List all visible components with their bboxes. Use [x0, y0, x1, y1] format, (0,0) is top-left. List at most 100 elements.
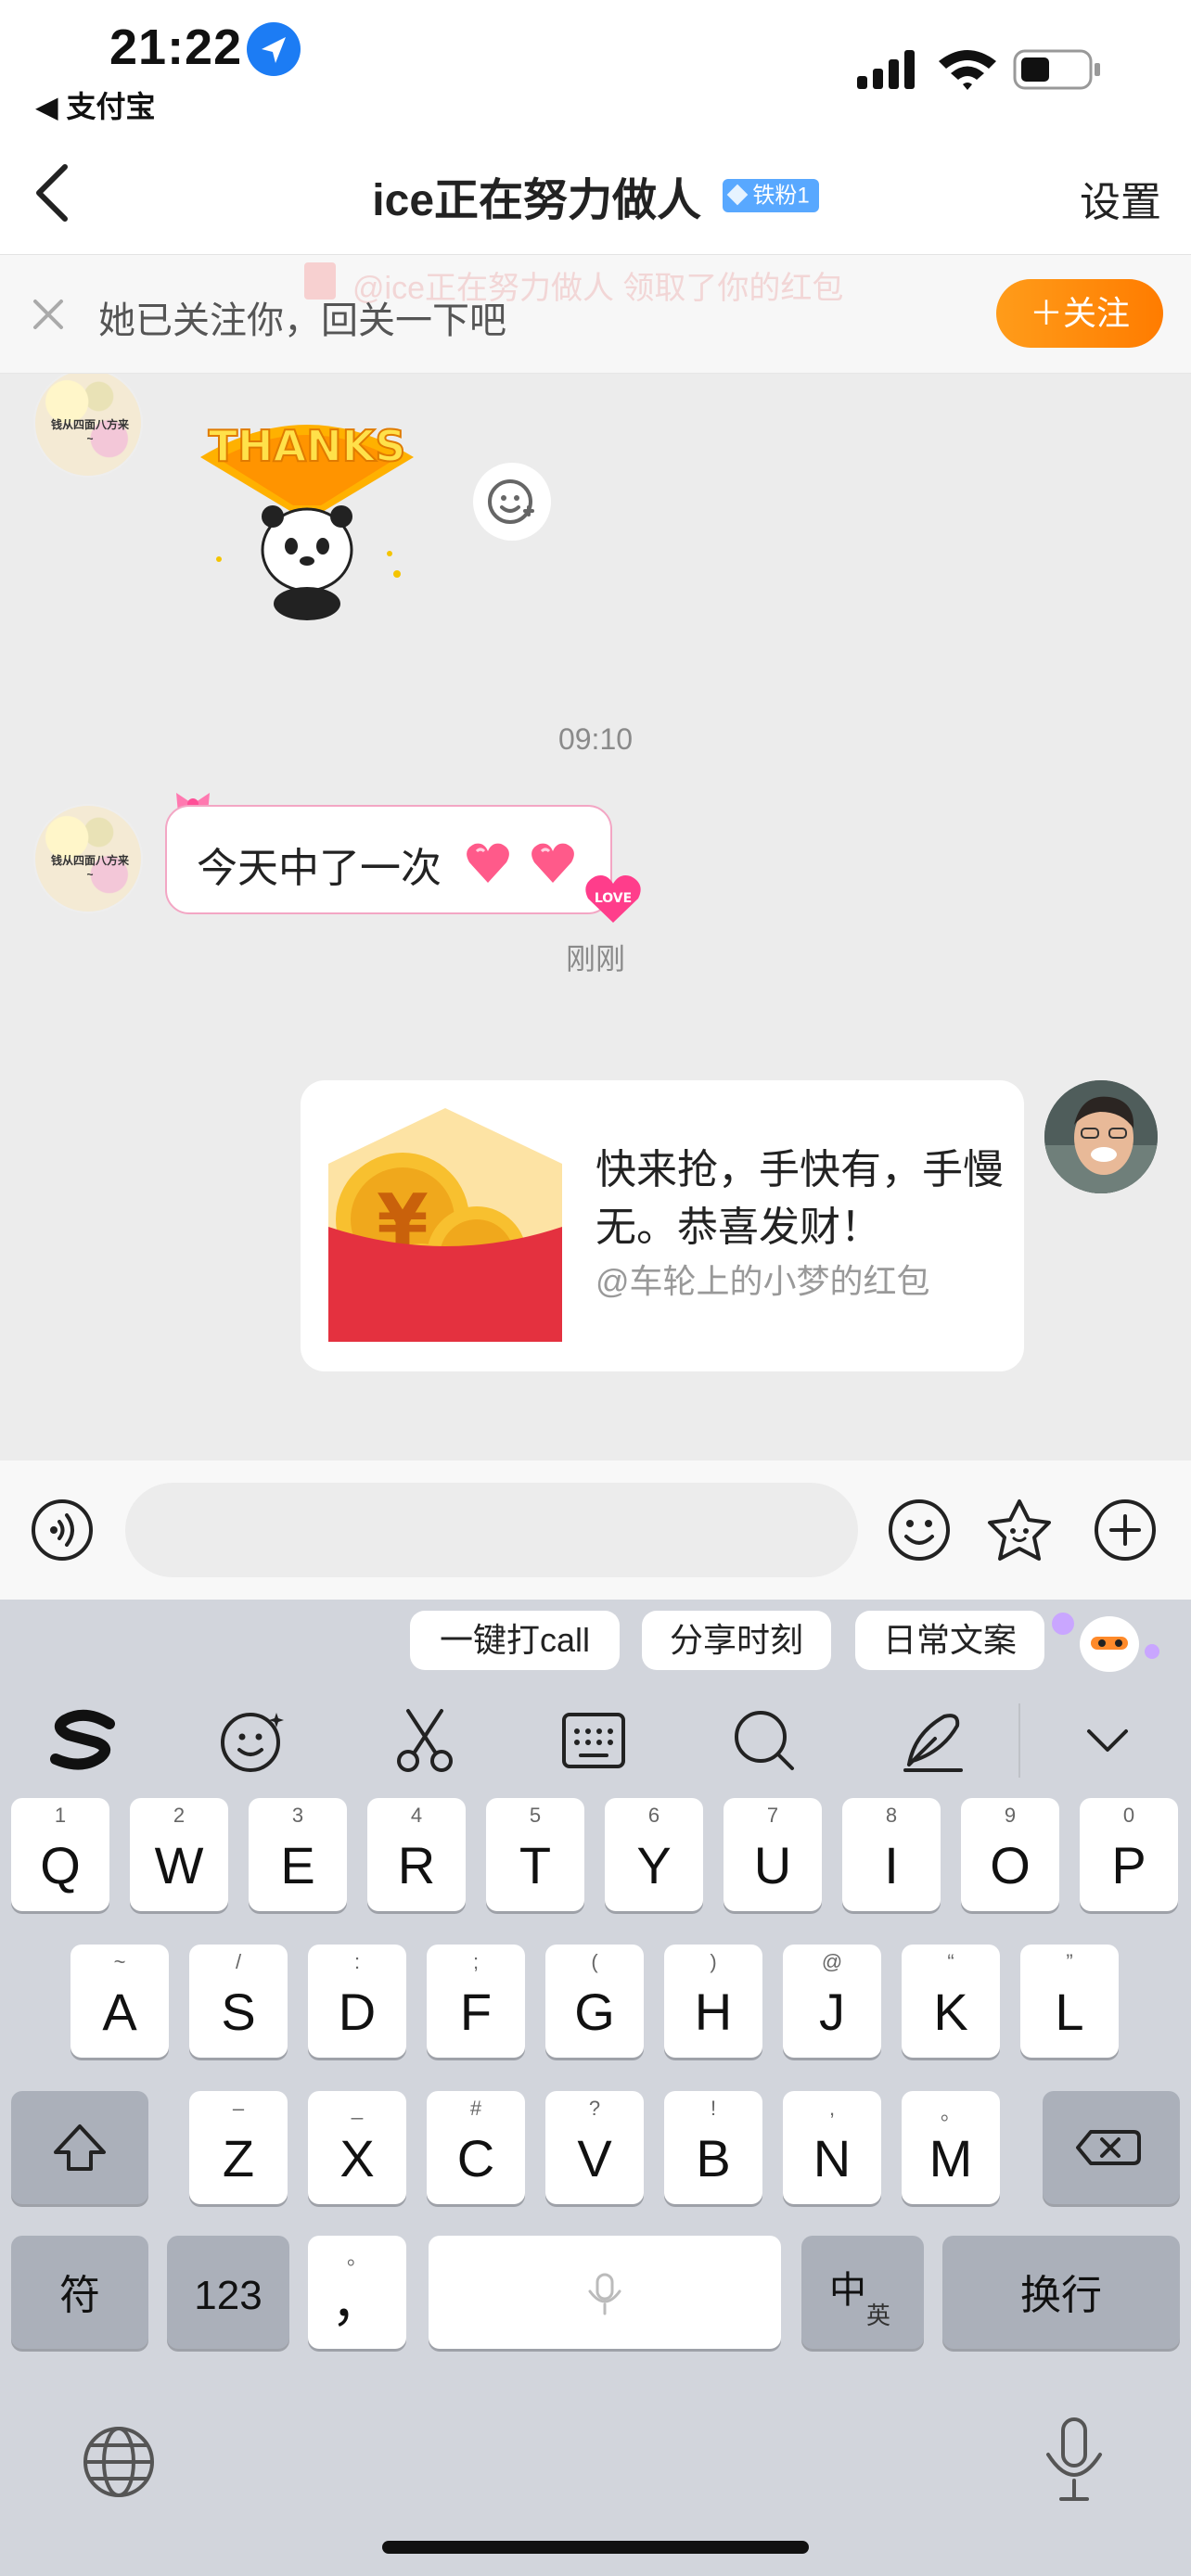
emoji-icon[interactable] [887, 1498, 952, 1562]
comma-key[interactable]: 。， [308, 2236, 406, 2349]
fan-badge-label: 铁粉1 [752, 183, 810, 209]
return-key[interactable]: 换行 [942, 2236, 1180, 2349]
keyboard-icon[interactable] [558, 1705, 629, 1776]
ime-mascot-icon[interactable] [1048, 1603, 1169, 1677]
key-e[interactable]: 3E [249, 1798, 347, 1911]
key-q[interactable]: 1Q [11, 1798, 109, 1911]
chat-area[interactable]: 钱从四面八方来~ THANKS 09:10 钱从四面八方来~ 今天中了一次 LO… [0, 374, 1191, 1460]
red-packet-card[interactable]: ¥ 快来抢，手快有，手慢无。恭喜发财！ @车轮上的小梦的红包 [301, 1080, 1024, 1371]
key-a[interactable]: ~ A [70, 1945, 169, 2058]
key-label: E [280, 1836, 315, 1894]
key-n[interactable]: ,N [783, 2091, 881, 2204]
space-key[interactable] [429, 2236, 781, 2349]
key-hint: 7 [766, 1804, 779, 1827]
key-label: V [577, 2129, 612, 2187]
scissors-icon[interactable] [390, 1705, 460, 1776]
keyboard: 一键打call 分享时刻 日常文案 1 Q 2 W 3 E 4 R 5 T 6 … [0, 1600, 1191, 2576]
sticker-text: THANKS [209, 421, 406, 471]
message-timestamp: 刚刚 [565, 942, 625, 976]
key-b[interactable]: ! B [664, 2091, 762, 2204]
key-r[interactable]: 4R [367, 1798, 466, 1911]
key-f[interactable]: ; F [427, 1945, 525, 2058]
key-g[interactable]: (G [545, 1945, 644, 2058]
wifi-icon [939, 50, 996, 90]
key-v[interactable]: ? V [545, 2091, 644, 2204]
key-hint: : [353, 1950, 361, 1973]
search-icon[interactable] [729, 1705, 800, 1776]
close-icon[interactable] [28, 294, 69, 335]
key-k[interactable]: “K [902, 1945, 1000, 2058]
key-i[interactable]: 8I [842, 1798, 941, 1911]
shift-arrow-icon [54, 2124, 106, 2171]
plus-icon[interactable] [1093, 1498, 1158, 1562]
key-u[interactable]: 7U [724, 1798, 822, 1911]
key-label: Y [636, 1836, 672, 1894]
key-s[interactable]: / S [189, 1945, 288, 2058]
globe-icon[interactable] [80, 2423, 158, 2501]
backspace-key[interactable] [1043, 2091, 1180, 2204]
key-t[interactable]: 5T [486, 1798, 584, 1911]
key-label: O [990, 1836, 1031, 1894]
suggestion-chip[interactable]: 日常文案 [855, 1611, 1044, 1670]
symbol-key[interactable]: 符 [11, 2236, 148, 2349]
key-hint: ” [1066, 1950, 1073, 1973]
shift-key[interactable] [11, 2091, 148, 2204]
thanks-panda-sticker[interactable]: THANKS [182, 402, 432, 624]
key-d[interactable]: :D [308, 1945, 406, 2058]
key-m[interactable]: 。 M [902, 2091, 1000, 2204]
key-label: A [102, 1983, 137, 2041]
diamond-icon [727, 184, 749, 205]
key-hint: “ [947, 1950, 954, 1973]
chevron-down-icon[interactable] [1072, 1705, 1143, 1776]
key-hint: _ [351, 2097, 364, 2120]
key-hint: 。 [940, 2101, 961, 2124]
swipe-logo-icon[interactable] [48, 1705, 119, 1776]
banner-message: 她已关注你，回关一下吧 [98, 300, 506, 341]
key-x[interactable]: _ X [308, 2091, 406, 2204]
key-y[interactable]: 6Y [605, 1798, 703, 1911]
key-hint: ? [588, 2097, 601, 2120]
key-w[interactable]: 2W [130, 1798, 228, 1911]
incoming-message-bubble[interactable]: 今天中了一次 [165, 805, 612, 914]
contact-avatar[interactable]: 钱从四面八方来~ [33, 374, 143, 478]
status-bar: 21:22 ◀ 支付宝 [0, 0, 1191, 139]
sticker-icon[interactable] [987, 1498, 1052, 1562]
key-j[interactable]: @ J [783, 1945, 881, 2058]
contact-avatar[interactable]: 钱从四面八方来~ [33, 804, 143, 913]
key-o[interactable]: 9O [961, 1798, 1059, 1911]
key-hint: 6 [647, 1804, 660, 1827]
microphone-icon[interactable] [1039, 2416, 1109, 2505]
key-l[interactable]: ” L [1020, 1945, 1119, 2058]
key-z[interactable]: – Z [189, 2091, 288, 2204]
key-hint: # [469, 2097, 482, 2120]
language-switch-key[interactable]: 中 英 [801, 2236, 924, 2349]
key-label: P [1111, 1836, 1146, 1894]
suggestion-chip[interactable]: 一键打call [410, 1611, 620, 1670]
home-indicator[interactable] [382, 2541, 809, 2554]
key-label: K [933, 1983, 968, 2041]
message-input[interactable] [125, 1483, 858, 1577]
suggestion-chip[interactable]: 分享时刻 [642, 1611, 831, 1670]
signal-icon [857, 50, 915, 89]
settings-button[interactable]: 设置 [1080, 169, 1161, 228]
location-arrow-icon [247, 22, 301, 76]
emoji-sparkle-icon[interactable] [217, 1705, 288, 1776]
key-hint: 1 [54, 1804, 67, 1827]
key-label: T [519, 1836, 552, 1894]
avatar-caption: 钱从四面八方来~ [50, 418, 129, 445]
key-hint: ! [710, 2097, 717, 2120]
voice-icon[interactable] [30, 1498, 95, 1562]
follow-back-banner: @ice正在努力做人 领取了你的红包 她已关注你，回关一下吧 ＋关注 [0, 255, 1191, 374]
key-p[interactable]: 0P [1080, 1798, 1178, 1911]
key-c[interactable]: # C [427, 2091, 525, 2204]
page-title: ice正在努力做人 [372, 176, 702, 225]
numeric-key[interactable]: 123 [167, 2236, 289, 2349]
pen-icon[interactable] [898, 1705, 968, 1776]
add-sticker-button[interactable] [473, 463, 551, 541]
status-time: 21:22 [109, 19, 243, 75]
follow-button[interactable]: ＋关注 [996, 279, 1163, 348]
key-h[interactable]: ) H [664, 1945, 762, 2058]
key-label: W [154, 1836, 204, 1894]
back-to-app-link[interactable]: ◀ 支付宝 [35, 83, 156, 126]
my-avatar[interactable] [1044, 1080, 1158, 1193]
